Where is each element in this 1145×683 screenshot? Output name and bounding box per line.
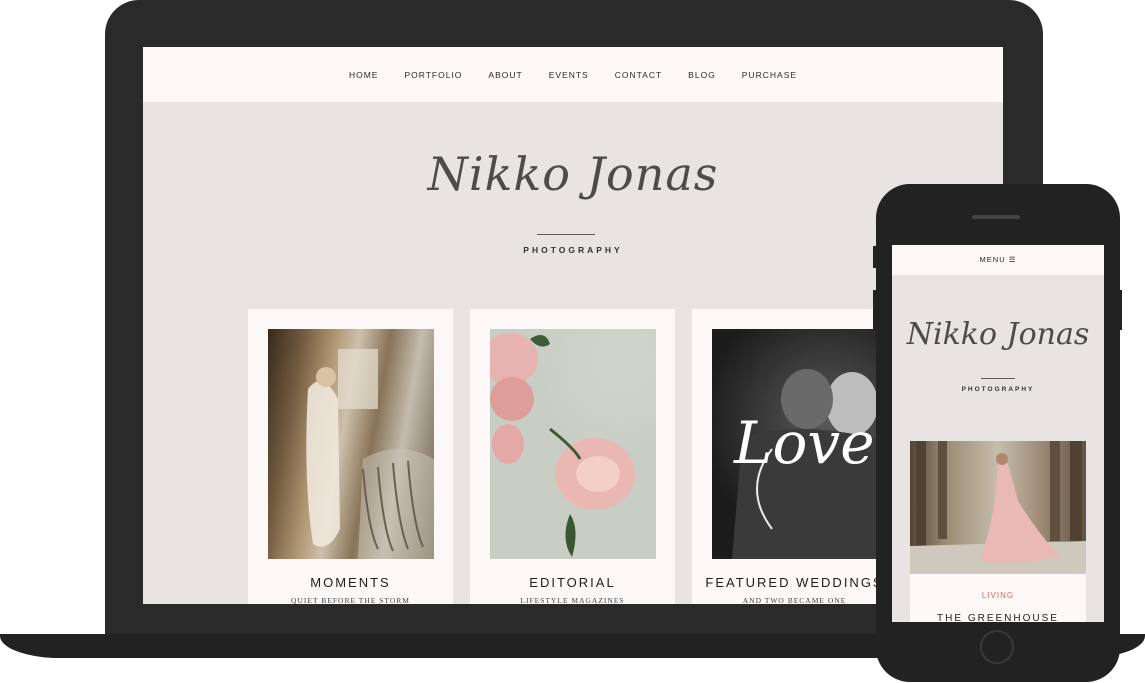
mobile-menu-button[interactable]: MENU ☰ [892, 245, 1104, 275]
nav-home[interactable]: HOME [349, 70, 379, 80]
phone-power-button [1118, 290, 1122, 330]
moments-photo[interactable] [268, 329, 434, 559]
card-subtitle: QUIET BEFORE THE STORM [291, 596, 410, 604]
nav-about[interactable]: ABOUT [488, 70, 522, 80]
nav-purchase[interactable]: PURCHASE [742, 70, 797, 80]
nav-events[interactable]: EVENTS [549, 70, 589, 80]
card-featured-weddings[interactable]: Love FEATURED WEDDINGS AND TWO BECAME ON… [692, 309, 897, 604]
mobile-logo-subtitle: PHOTOGRAPHY [961, 386, 1035, 393]
nav-contact[interactable]: CONTACT [615, 70, 662, 80]
post-title[interactable]: THE GREENHOUSE [910, 613, 1086, 622]
phone-speaker [972, 215, 1020, 219]
logo-divider [537, 234, 595, 235]
phone-volume-button [873, 290, 877, 330]
card-title: MOMENTS [310, 575, 391, 590]
weddings-photo[interactable]: Love [712, 329, 878, 559]
site-logo-script[interactable]: Nikko Jonas [143, 147, 1003, 201]
top-navigation: HOME PORTFOLIO ABOUT EVENTS CONTACT BLOG… [143, 47, 1003, 102]
mobile-post-card[interactable]: LIVING THE GREENHOUSE [910, 441, 1086, 622]
card-subtitle: LIFESTYLE MAGAZINES [520, 596, 625, 604]
card-title: FEATURED WEDDINGS [705, 575, 884, 590]
card-subtitle: AND TWO BECAME ONE [742, 596, 847, 604]
phone-home-button[interactable] [980, 630, 1014, 664]
editorial-photo[interactable] [490, 329, 656, 559]
phone-volume-button [873, 246, 877, 268]
card-moments[interactable]: MOMENTS QUIET BEFORE THE STORM [248, 309, 453, 604]
card-editorial[interactable]: EDITORIAL LIFESTYLE MAGAZINES [470, 309, 675, 604]
moments-photo-art [268, 329, 434, 559]
nav-portfolio[interactable]: PORTFOLIO [404, 70, 462, 80]
love-overlay: Love [734, 409, 875, 477]
roses-art [490, 333, 635, 557]
card-title: EDITORIAL [529, 575, 616, 590]
mobile-screen: MENU ☰ Nikko Jonas PHOTOGRAPHY LIVING TH… [892, 245, 1104, 622]
arcade-art [910, 441, 1086, 574]
nav-blog[interactable]: BLOG [688, 70, 716, 80]
mobile-logo-divider [981, 378, 1015, 379]
greenhouse-photo[interactable] [910, 441, 1086, 574]
mobile-logo-script[interactable]: Nikko Jonas [892, 317, 1104, 352]
post-category[interactable]: LIVING [910, 591, 1086, 600]
